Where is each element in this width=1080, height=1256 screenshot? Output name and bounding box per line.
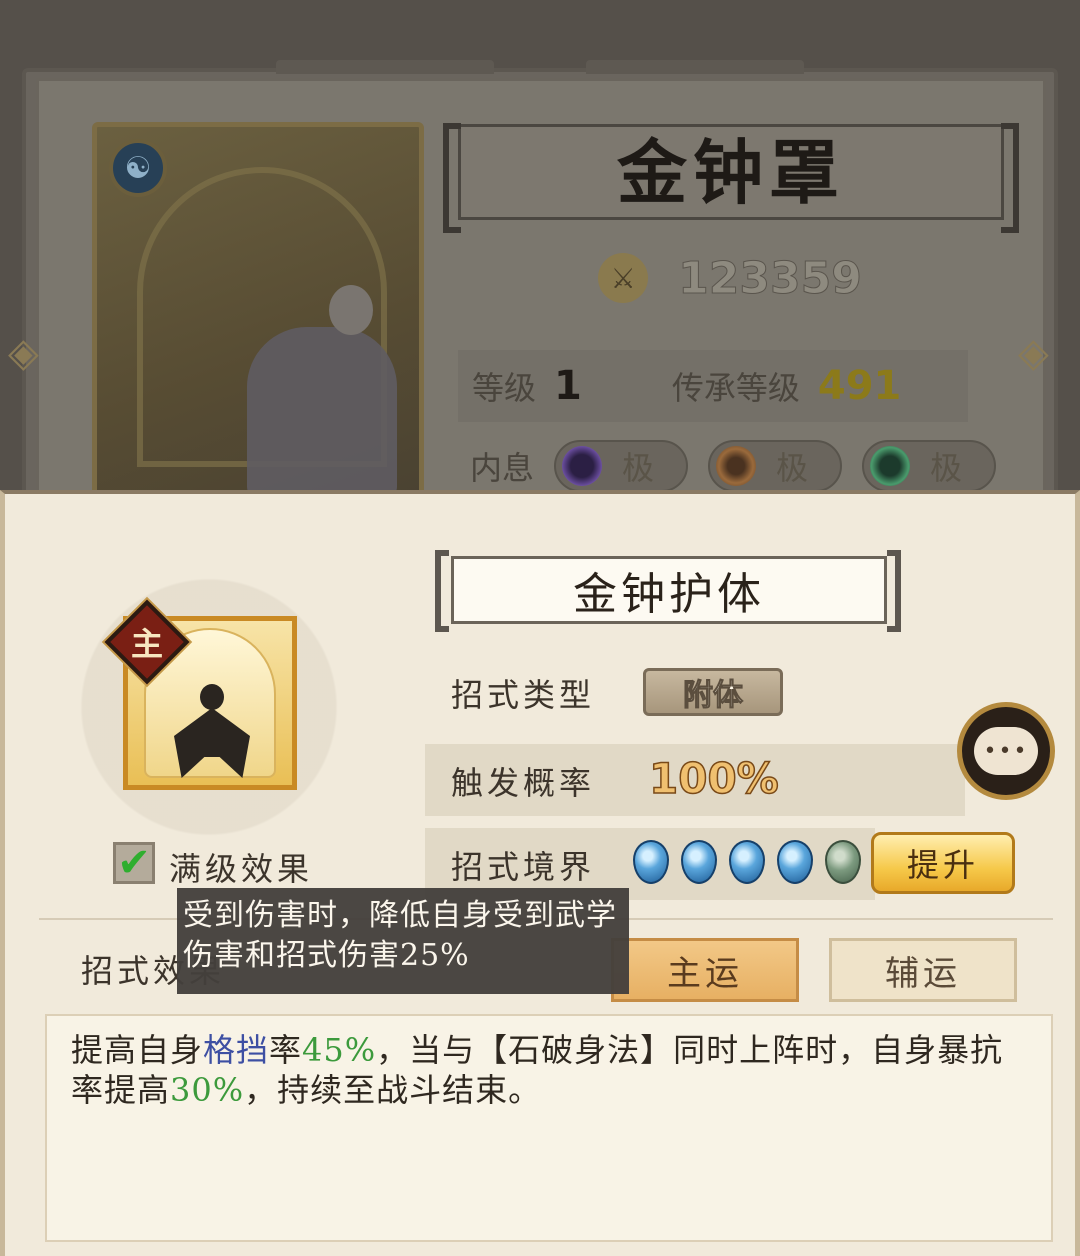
realm-drop-filled-icon <box>777 840 813 884</box>
neixi-pill: 极 <box>554 440 689 492</box>
jade-orb-icon <box>870 446 911 486</box>
taichi-icon: ☯ <box>109 139 167 197</box>
level-label: 等级 <box>472 369 537 407</box>
monk-silhouette-head <box>200 684 224 710</box>
realm-drop-filled-icon <box>729 840 765 884</box>
next-arrow-icon[interactable]: ◈ <box>1018 330 1049 376</box>
moon-orb-icon <box>562 446 603 486</box>
desc-keyword: 格挡 <box>203 1031 270 1069</box>
skill-type-value: 附体 <box>643 668 783 716</box>
realm-drop-empty-icon <box>825 840 861 884</box>
chat-button[interactable]: ••• <box>957 702 1055 800</box>
background-tab <box>276 60 494 74</box>
sun-orb-icon <box>716 446 757 486</box>
realm-level-indicator <box>633 840 861 884</box>
neixi-grade: 极 <box>776 449 809 487</box>
desc-text: 提高自身 <box>71 1031 204 1069</box>
title-bracket-left <box>435 550 449 632</box>
level-row: 等级 1 传承等级 491 <box>458 350 968 422</box>
chat-bubble-icon: ••• <box>974 727 1038 775</box>
monk-figure <box>247 327 397 497</box>
desc-text: ，持续至战斗结束。 <box>244 1071 542 1109</box>
skill-description: 提高自身格挡率45%，当与【石破身法】同时上阵时，自身暴抗率提高30%，持续至战… <box>45 1014 1053 1242</box>
realm-drop-filled-icon <box>633 840 669 884</box>
aux-fortune-tab[interactable]: 辅运 <box>829 938 1017 1002</box>
skill-name: 金钟护体 <box>451 556 887 624</box>
trigger-rate-label: 触发概率 <box>451 764 596 802</box>
max-effect-label: 满级效果 <box>169 850 314 888</box>
upgrade-button[interactable]: 提升 <box>871 832 1015 894</box>
background-tab <box>586 60 804 74</box>
skill-type-label: 招式类型 <box>451 676 596 714</box>
character-card: ☯ <box>92 122 424 502</box>
neixi-grade: 极 <box>930 449 963 487</box>
power-row: ⚔ 123359 <box>520 240 940 316</box>
desc-value: 30% <box>170 1071 245 1109</box>
main-fortune-tab[interactable]: 主运 <box>611 938 799 1002</box>
neixi-grade: 极 <box>622 449 655 487</box>
inherit-value: 491 <box>817 363 902 409</box>
title-bracket-right <box>887 550 901 632</box>
neixi-pill: 极 <box>862 440 997 492</box>
desc-value: 45% <box>302 1031 377 1069</box>
neixi-pill: 极 <box>708 440 843 492</box>
max-effect-tooltip: 受到伤害时，降低自身受到武学伤害和招式伤害25% <box>177 888 629 994</box>
sword-icon: ⚔ <box>598 253 649 303</box>
monk-silhouette-body <box>174 708 250 778</box>
neixi-row: 内息 极 极 极 <box>470 440 997 492</box>
neixi-label: 内息 <box>470 449 535 487</box>
level-value: 1 <box>554 363 582 409</box>
realm-drop-filled-icon <box>681 840 717 884</box>
monk-head <box>329 285 373 335</box>
inherit-label: 传承等级 <box>671 369 800 407</box>
max-effect-checkbox[interactable]: ✔ <box>113 840 155 886</box>
prev-arrow-icon[interactable]: ◈ <box>8 330 39 376</box>
trigger-rate-value: 100% <box>648 753 779 804</box>
power-value: 123359 <box>678 252 863 304</box>
background-title: 金钟罩 <box>617 131 845 214</box>
main-skill-badge-label: 主 <box>130 625 163 663</box>
desc-text: 率 <box>269 1031 303 1069</box>
skill-detail-popup: 主 金钟护体 招式类型 附体 触发概率 100% ••• 招式境界 提升 ✔ 满… <box>0 490 1080 1256</box>
realm-label: 招式境界 <box>451 848 596 886</box>
